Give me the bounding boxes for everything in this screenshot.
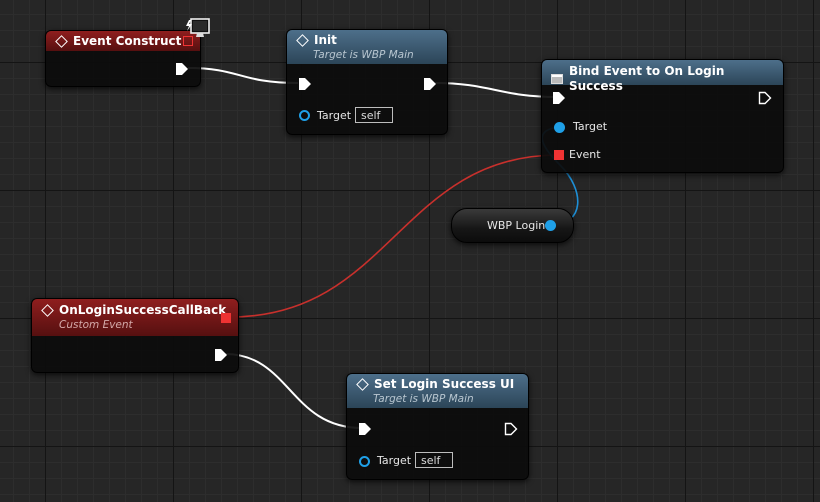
target-input-pin[interactable] xyxy=(299,110,310,121)
target-input-pin[interactable] xyxy=(554,122,565,133)
wbp-login-label: WBP Login xyxy=(487,219,546,232)
exec-output-pin[interactable] xyxy=(758,91,772,105)
init-subtitle: Target is WBP Main xyxy=(313,49,414,61)
event-construct-header: Event Construct xyxy=(46,31,200,51)
target-self-value[interactable]: self xyxy=(415,452,453,468)
set-login-ui-node[interactable]: Set Login Success UI Target is WBP Main … xyxy=(346,373,529,480)
function-diamond-icon xyxy=(356,378,369,391)
target-label: Target xyxy=(573,120,608,133)
init-title: Init xyxy=(314,33,337,47)
target-input-pin[interactable] xyxy=(359,456,370,467)
bind-event-node[interactable]: Bind Event to On Login Success Target Ev… xyxy=(541,59,784,173)
callback-title: OnLoginSuccessCallBack xyxy=(59,303,227,317)
event-diamond-icon xyxy=(55,35,68,48)
bind-event-title: Bind Event to On Login Success xyxy=(569,64,725,93)
exec-output-pin[interactable] xyxy=(504,422,518,436)
set-login-ui-title: Set Login Success UI xyxy=(374,377,515,391)
exec-output-pin[interactable] xyxy=(423,77,437,91)
exec-output-pin[interactable] xyxy=(214,348,228,362)
function-box-icon xyxy=(551,74,563,84)
event-diamond-icon xyxy=(41,304,54,317)
exec-wire-init-to-bind xyxy=(434,82,558,98)
wbp-login-node[interactable]: WBP Login xyxy=(451,208,574,243)
exec-input-pin[interactable] xyxy=(358,422,372,436)
callback-event-node[interactable]: OnLoginSuccessCallBack Custom Event xyxy=(31,298,239,373)
exec-input-pin[interactable] xyxy=(298,77,312,91)
exec-output-pin[interactable] xyxy=(175,62,189,76)
function-diamond-icon xyxy=(296,34,309,47)
wbp-login-output-pin[interactable] xyxy=(545,220,556,231)
exec-input-pin[interactable] xyxy=(552,91,566,105)
exec-wire-callback-to-setui xyxy=(224,353,363,429)
client-monitor-icon xyxy=(186,18,210,37)
event-input-pin[interactable] xyxy=(554,150,564,160)
target-self-value[interactable]: self xyxy=(355,107,393,123)
target-label: Target xyxy=(317,109,352,122)
target-label: Target xyxy=(377,454,412,467)
set-login-ui-subtitle: Target is WBP Main xyxy=(373,393,474,405)
callback-subtitle: Custom Event xyxy=(59,319,133,331)
set-login-ui-header: Set Login Success UI Target is WBP Main xyxy=(347,374,528,408)
init-node[interactable]: Init Target is WBP Main Target self xyxy=(286,29,448,135)
callback-header: OnLoginSuccessCallBack Custom Event xyxy=(32,299,238,336)
bind-event-header: Bind Event to On Login Success xyxy=(542,60,783,93)
event-construct-node[interactable]: Event Construct xyxy=(45,30,201,87)
event-label: Event xyxy=(569,148,601,161)
delegate-output-pin[interactable] xyxy=(221,313,231,323)
event-construct-title: Event Construct xyxy=(73,34,182,48)
exec-wire-construct-to-init xyxy=(187,67,299,84)
init-header: Init Target is WBP Main xyxy=(287,30,447,64)
